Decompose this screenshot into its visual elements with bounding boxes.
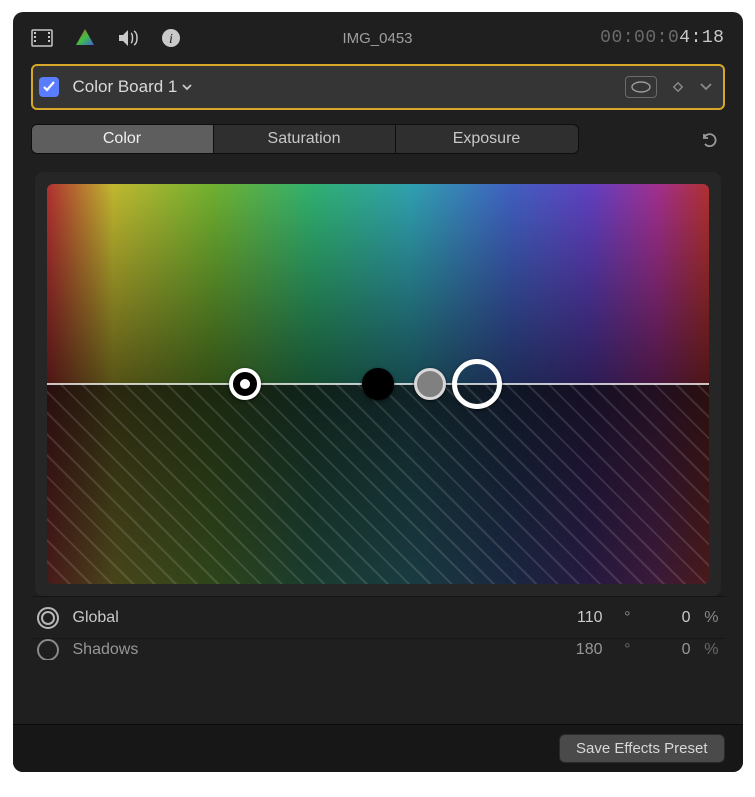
keyframe-diamond-icon [671, 80, 685, 94]
param-label: Global [73, 609, 543, 627]
shadows-swatch-icon[interactable] [37, 639, 59, 661]
percent-unit: % [691, 641, 719, 659]
top-toolbar: IMG_0453 i 00:00:04:18 [13, 12, 743, 64]
global-hue-value[interactable]: 110 [543, 609, 603, 627]
timecode: 00:00:04:18 [600, 28, 724, 48]
degree-unit: ° [603, 641, 631, 659]
effect-enable-checkbox[interactable] [39, 77, 59, 97]
info-icon[interactable]: i [161, 28, 181, 48]
param-row-global: Global 110 ° 0 % [31, 596, 725, 638]
param-row-shadows: Shadows 180 ° 0 % [31, 638, 725, 660]
color-inspector-icon[interactable] [75, 28, 95, 48]
footer-bar: Save Effects Preset [13, 724, 743, 772]
param-label: Shadows [73, 641, 543, 659]
undo-arrow-icon [699, 129, 719, 149]
tab-color[interactable]: Color [32, 125, 214, 153]
tab-exposure[interactable]: Exposure [396, 125, 578, 153]
degree-unit: ° [603, 609, 631, 627]
global-pct-value[interactable]: 0 [631, 609, 691, 627]
mask-button[interactable] [625, 76, 657, 98]
effect-disclosure[interactable] [699, 80, 713, 94]
color-board[interactable] [47, 184, 709, 584]
puck-shadows[interactable] [229, 368, 261, 400]
svg-text:i: i [169, 32, 173, 47]
chevron-down-icon [181, 81, 193, 93]
pane-tabs-row: Color Saturation Exposure [31, 124, 725, 154]
audio-icon[interactable] [117, 29, 139, 47]
video-icon[interactable] [31, 29, 53, 47]
keyframe-button[interactable] [671, 80, 685, 94]
puck-midtones[interactable] [362, 368, 394, 400]
effect-header-row: Color Board 1 [31, 64, 725, 110]
color-board-container [35, 172, 721, 596]
puck-global[interactable] [452, 359, 502, 409]
mask-icon [630, 80, 652, 94]
parameter-list: Global 110 ° 0 % Shadows 180 ° 0 % [31, 596, 725, 660]
percent-unit: % [691, 609, 719, 627]
tab-saturation[interactable]: Saturation [214, 125, 396, 153]
chevron-down-icon [699, 80, 713, 94]
save-effects-preset-button[interactable]: Save Effects Preset [559, 734, 724, 763]
inspector-panel: IMG_0453 i 00:00:04:18 Color Board 1 [13, 12, 743, 772]
shadows-pct-value[interactable]: 0 [631, 641, 691, 659]
effect-name-label: Color Board 1 [73, 77, 178, 97]
global-swatch-icon[interactable] [37, 607, 59, 629]
pane-segmented-control: Color Saturation Exposure [31, 124, 579, 154]
effect-name-dropdown[interactable]: Color Board 1 [73, 77, 194, 97]
reset-button[interactable] [693, 125, 725, 153]
shadows-hue-value[interactable]: 180 [543, 641, 603, 659]
puck-highlights[interactable] [414, 368, 446, 400]
